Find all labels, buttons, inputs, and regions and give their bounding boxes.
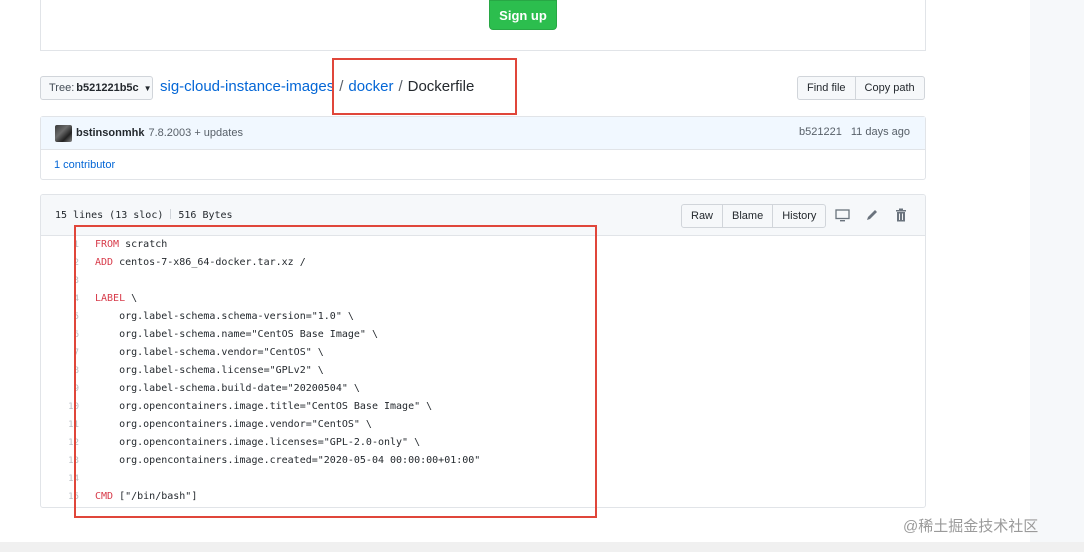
branch-tree-selector[interactable]: Tree: b521221b5c ▼ xyxy=(40,76,153,100)
contributors-link[interactable]: 1 contributor xyxy=(54,159,115,171)
signup-button[interactable]: Sign up xyxy=(489,0,557,30)
commit-meta: b521221 11 days ago xyxy=(799,126,910,138)
signup-banner: Sign up xyxy=(40,0,926,51)
trash-icon[interactable] xyxy=(893,207,909,223)
highlight-box-breadcrumb xyxy=(332,58,517,115)
blame-button[interactable]: Blame xyxy=(722,204,774,228)
caret-down-icon: ▼ xyxy=(143,83,152,93)
file-line-count: 15 lines (13 sloc) xyxy=(55,210,164,221)
page-right-edge xyxy=(1030,0,1084,552)
commit-author-link[interactable]: bstinsonmhk xyxy=(76,127,144,139)
latest-commit-row: bstinsonmhk 7.8.2003 + updates b521221 1… xyxy=(41,117,925,150)
page-bottom-edge xyxy=(0,542,1084,552)
file-info: 15 lines (13 sloc) 516 Bytes xyxy=(55,209,233,221)
commit-message[interactable]: 7.8.2003 + updates xyxy=(148,127,243,139)
copy-path-button[interactable]: Copy path xyxy=(854,76,925,100)
file-view-buttons: Raw Blame History xyxy=(681,204,827,228)
file-info-divider xyxy=(170,209,172,219)
pencil-icon[interactable] xyxy=(864,207,880,223)
history-button[interactable]: History xyxy=(772,204,827,228)
find-file-button[interactable]: Find file xyxy=(797,76,856,100)
watermark: @稀土掘金技术社区 xyxy=(903,518,1039,535)
avatar[interactable] xyxy=(55,124,72,142)
file-size: 516 Bytes xyxy=(178,210,233,221)
tree-value: b521221b5c xyxy=(76,82,139,94)
commit-time: 11 days ago xyxy=(850,126,910,138)
commit-sha-link[interactable]: b521221 xyxy=(799,126,842,138)
breadcrumb-repo-link[interactable]: sig-cloud-instance-images xyxy=(160,78,334,95)
tree-prefix: Tree: xyxy=(49,82,75,94)
raw-button[interactable]: Raw xyxy=(681,204,724,228)
desktop-icon[interactable] xyxy=(834,207,850,223)
file-actions: Find file Copy path xyxy=(797,76,925,100)
commit-info-box: bstinsonmhk 7.8.2003 + updates b521221 1… xyxy=(40,116,926,180)
highlight-box-code xyxy=(74,225,597,518)
